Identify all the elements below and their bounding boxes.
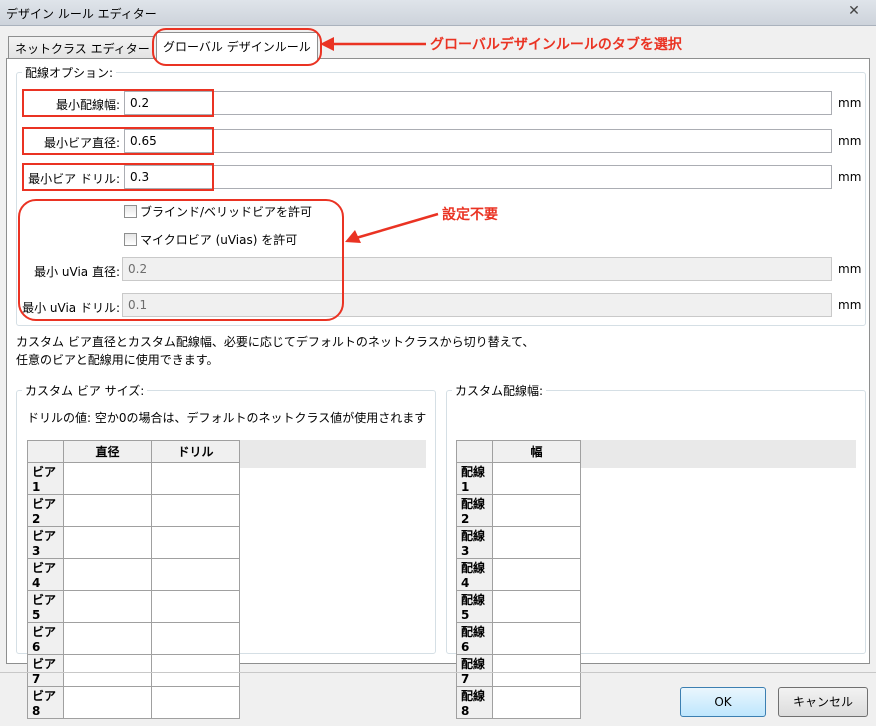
grid-row: ビア 6 bbox=[27, 622, 240, 655]
grid-corner bbox=[456, 440, 493, 463]
annotation-tab-note: グローバルデザインルールのタブを選択 bbox=[430, 37, 682, 53]
annotation-box bbox=[22, 127, 214, 155]
grid-row-header[interactable]: ビア 2 bbox=[27, 494, 64, 527]
grid-row-header[interactable]: 配線 4 bbox=[456, 558, 493, 591]
ok-button[interactable]: OK bbox=[680, 687, 766, 717]
grid-row-header[interactable]: 配線 3 bbox=[456, 526, 493, 559]
annotation-arrow-icon bbox=[345, 212, 439, 243]
annotation-settings-note: 設定不要 bbox=[442, 207, 498, 223]
grid-row-header[interactable]: ビア 4 bbox=[27, 558, 64, 591]
grid-row-header[interactable]: 配線 6 bbox=[456, 622, 493, 655]
unit-label: mm bbox=[838, 134, 862, 148]
grid-row-header[interactable]: ビア 6 bbox=[27, 622, 64, 655]
tab-netclass-editor[interactable]: ネットクラス エディター bbox=[8, 36, 154, 58]
grid-cell[interactable] bbox=[63, 462, 152, 495]
annotation-highlight bbox=[18, 199, 344, 321]
unit-label: mm bbox=[838, 170, 862, 184]
grid-row: 配線 4 bbox=[456, 558, 581, 591]
grid-cell[interactable] bbox=[63, 558, 152, 591]
grid-cell[interactable] bbox=[151, 494, 240, 527]
grid-cell[interactable] bbox=[492, 686, 581, 719]
grid-row-header[interactable]: 配線 1 bbox=[456, 462, 493, 495]
min-track-width-input[interactable]: 0.2 bbox=[124, 91, 832, 115]
annotation-highlight bbox=[152, 28, 322, 66]
grid-row: ビア8 bbox=[27, 686, 240, 719]
description-line: カスタム ビア直径とカスタム配線幅、必要に応じてデフォルトのネットクラスから切り… bbox=[16, 335, 535, 349]
description-text: カスタム ビア直径とカスタム配線幅、必要に応じてデフォルトのネットクラスから切り… bbox=[16, 333, 534, 369]
unit-label: mm bbox=[838, 262, 862, 276]
grid-row: ビア 1 bbox=[27, 462, 240, 495]
tab-label: ネットクラス エディター bbox=[15, 42, 150, 56]
grid-cell[interactable] bbox=[492, 494, 581, 527]
routing-options-label: 配線オプション: bbox=[22, 64, 117, 81]
grid-row: 配線 5 bbox=[456, 590, 581, 623]
unit-label: mm bbox=[838, 298, 862, 312]
grid-row-header[interactable]: 配線8 bbox=[456, 686, 493, 719]
grid-cell[interactable] bbox=[151, 558, 240, 591]
grid-row: 配線 6 bbox=[456, 622, 581, 655]
grid-column-header[interactable]: ドリル bbox=[151, 440, 240, 463]
grid-corner bbox=[27, 440, 64, 463]
grid-cell[interactable] bbox=[492, 462, 581, 495]
drill-note: ドリルの値: 空か0の場合は、デフォルトのネットクラス値が使用されます bbox=[27, 411, 427, 425]
footer-separator bbox=[0, 672, 876, 673]
grid-row-header[interactable]: 配線 7 bbox=[456, 654, 493, 687]
grid-row: 配線8 bbox=[456, 686, 581, 719]
grid-cell[interactable] bbox=[63, 494, 152, 527]
min-via-drill-input[interactable]: 0.3 bbox=[124, 165, 832, 189]
grid-cell[interactable] bbox=[151, 622, 240, 655]
title-bar: デザイン ルール エディター ✕ bbox=[0, 0, 876, 26]
grid-row: ビア 5 bbox=[27, 590, 240, 623]
grid-cell[interactable] bbox=[63, 526, 152, 559]
grid-cell[interactable] bbox=[492, 558, 581, 591]
grid-row: 配線 7 bbox=[456, 654, 581, 687]
grid-row-header[interactable]: 配線 5 bbox=[456, 590, 493, 623]
grid-cell[interactable] bbox=[63, 590, 152, 623]
grid-column-header[interactable]: 幅 bbox=[492, 440, 581, 463]
window-title: デザイン ルール エディター bbox=[6, 7, 157, 21]
cancel-button[interactable]: キャンセル bbox=[778, 687, 868, 717]
description-line: 任意のビアと配線用に使用できます。 bbox=[16, 353, 219, 367]
grid-cell[interactable] bbox=[63, 686, 152, 719]
custom-track-label: カスタム配線幅: bbox=[452, 382, 547, 399]
grid-column-header[interactable]: 直径 bbox=[63, 440, 152, 463]
min-via-diameter-input[interactable]: 0.65 bbox=[124, 129, 832, 153]
grid-row: ビア 7 bbox=[27, 654, 240, 687]
grid-cell[interactable] bbox=[151, 462, 240, 495]
grid-row: ビア 3 bbox=[27, 526, 240, 559]
grid-cell[interactable] bbox=[63, 654, 152, 687]
grid-row-header[interactable]: ビア 3 bbox=[27, 526, 64, 559]
grid-cell[interactable] bbox=[492, 590, 581, 623]
close-icon[interactable]: ✕ bbox=[838, 2, 870, 20]
grid-row-header[interactable]: ビア 1 bbox=[27, 462, 64, 495]
grid-cell[interactable] bbox=[151, 654, 240, 687]
grid-cell[interactable] bbox=[492, 622, 581, 655]
grid-cell[interactable] bbox=[151, 686, 240, 719]
custom-track-grid[interactable]: 幅配線 1 配線 2 配線 3 配線 4 配線 5 配線 6 配線 7 配線8 bbox=[456, 440, 581, 719]
grid-cell[interactable] bbox=[492, 526, 581, 559]
grid-row: ビア 4 bbox=[27, 558, 240, 591]
annotation-arrow-icon bbox=[320, 37, 426, 51]
annotation-box bbox=[22, 163, 214, 191]
grid-row: ビア 2 bbox=[27, 494, 240, 527]
grid-cell[interactable] bbox=[151, 590, 240, 623]
grid-cell[interactable] bbox=[492, 654, 581, 687]
grid-row-header[interactable]: ビア8 bbox=[27, 686, 64, 719]
grid-cell[interactable] bbox=[151, 526, 240, 559]
custom-via-label: カスタム ビア サイズ: bbox=[22, 382, 148, 399]
custom-via-grid[interactable]: 直径 ドリルビア 1 ビア 2 ビア 3 ビア 4 ビア 5 ビア 6 ビア 7 ビア8 bbox=[27, 440, 240, 719]
unit-label: mm bbox=[838, 96, 862, 110]
grid-row: 配線 1 bbox=[456, 462, 581, 495]
annotation-box bbox=[22, 89, 214, 117]
grid-cell[interactable] bbox=[63, 622, 152, 655]
grid-row-header[interactable]: ビア 5 bbox=[27, 590, 64, 623]
grid-row: 配線 2 bbox=[456, 494, 581, 527]
grid-row: 配線 3 bbox=[456, 526, 581, 559]
grid-row-header[interactable]: ビア 7 bbox=[27, 654, 64, 687]
grid-row-header[interactable]: 配線 2 bbox=[456, 494, 493, 527]
